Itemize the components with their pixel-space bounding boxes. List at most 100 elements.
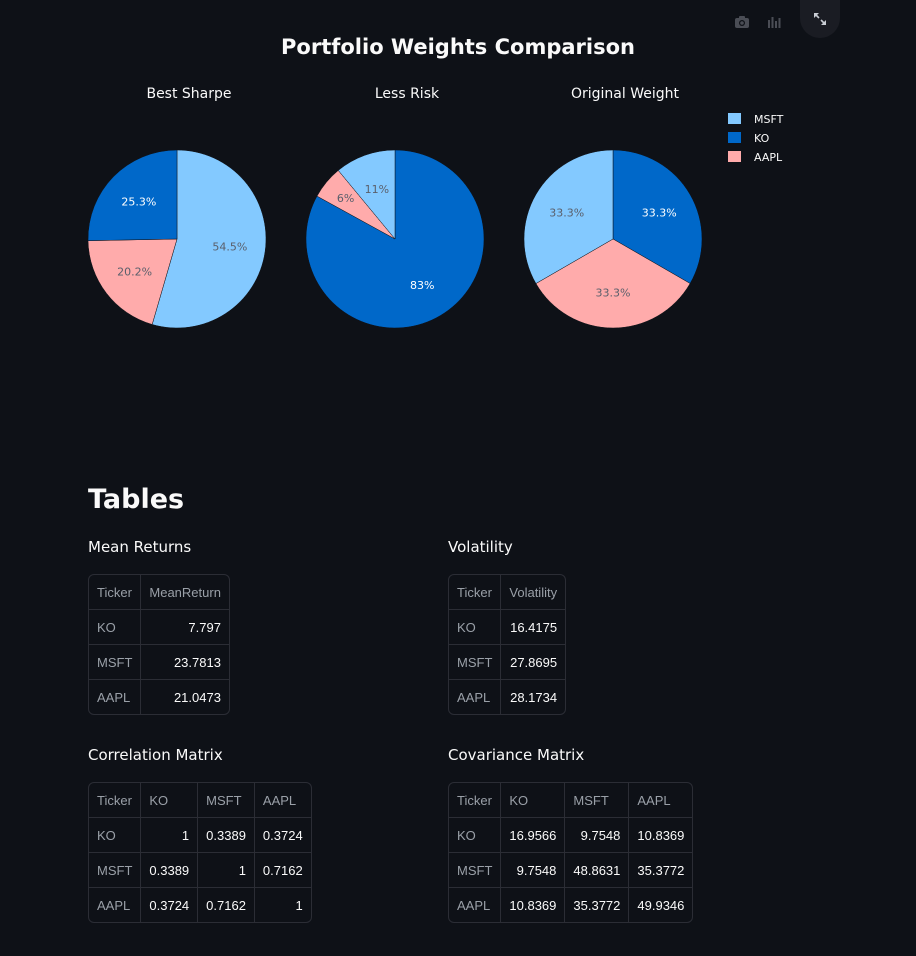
covariance-block: Covariance Matrix Ticker KO MSFT AAPL KO 16.9…: [448, 746, 694, 923]
row-index-cell[interactable]: KO: [89, 610, 142, 645]
row-index-cell[interactable]: AAPL: [89, 680, 142, 714]
mean-returns-table: Ticker MeanReturn KO 7.797 MSFT 23.7813 AAPL 21…: [88, 574, 230, 715]
column-header[interactable]: KO: [501, 783, 566, 818]
bar-chart-icon[interactable]: [764, 12, 784, 32]
row-index-cell[interactable]: MSFT: [89, 645, 142, 680]
table-header-row: Ticker KO MSFT AAPL: [449, 783, 693, 818]
row-index-cell[interactable]: AAPL: [89, 888, 142, 922]
row-index-cell[interactable]: AAPL: [449, 680, 502, 714]
table-cell[interactable]: 49.9346: [629, 888, 692, 922]
pie-subtitle: Original Weight: [571, 86, 680, 102]
tables-heading: Tables: [88, 484, 185, 515]
pie-chart-figure: Portfolio Weights Comparison Best Sharpe 5…: [0, 0, 916, 360]
legend-swatch: [728, 113, 741, 124]
table-cell[interactable]: 28.1734: [501, 680, 565, 714]
column-header[interactable]: Ticker: [89, 783, 142, 818]
table-row: AAPL 21.0473: [89, 680, 229, 714]
table-cell[interactable]: 9.7548: [501, 853, 566, 888]
column-header[interactable]: AAPL: [629, 783, 693, 818]
fullscreen-icon[interactable]: [800, 0, 840, 38]
legend-swatch: [728, 151, 741, 162]
table-cell[interactable]: 9.7548: [565, 818, 630, 853]
table-header-row: Ticker Volatility: [449, 575, 566, 610]
table-cell[interactable]: 1: [198, 853, 255, 888]
table-cell[interactable]: 16.9566: [501, 818, 566, 853]
volatility-table: Ticker Volatility KO 16.4175 MSFT 27.8695 AAPL…: [448, 574, 567, 715]
table-cell[interactable]: 27.8695: [501, 645, 566, 680]
row-index-cell[interactable]: KO: [89, 818, 142, 853]
pie-slice-label: 11%: [365, 183, 389, 196]
table-row: AAPL 0.3724 0.7162 1: [89, 888, 311, 922]
pie-slice-label: 20.2%: [117, 266, 152, 279]
row-index-cell[interactable]: AAPL: [449, 888, 502, 922]
table-cell[interactable]: 7.797: [141, 610, 229, 645]
volatility-block: Volatility Ticker Volatility KO 16.4175 MSFT…: [448, 538, 567, 715]
column-header[interactable]: MSFT: [565, 783, 630, 818]
camera-icon[interactable]: [732, 12, 752, 32]
legend-entry: MSFT: [754, 113, 784, 126]
volatility-title: Volatility: [448, 538, 513, 556]
pie-subtitle: Best Sharpe: [146, 86, 231, 102]
column-header[interactable]: MeanReturn: [141, 575, 229, 610]
legend-entry: KO: [754, 132, 770, 145]
table-row: MSFT 0.3389 1 0.7162: [89, 853, 311, 888]
table-row: KO 7.797: [89, 610, 229, 645]
legend-entry: AAPL: [754, 151, 783, 164]
table-cell[interactable]: 1: [255, 888, 311, 922]
table-cell[interactable]: 0.7162: [198, 888, 255, 922]
pie-slice-label: 33.3%: [642, 206, 677, 219]
row-index-cell[interactable]: MSFT: [449, 853, 502, 888]
table-cell[interactable]: 48.8631: [565, 853, 630, 888]
table-cell[interactable]: 1: [141, 818, 199, 853]
chart-toolbar: [0, 0, 916, 40]
covariance-title: Covariance Matrix: [448, 746, 585, 764]
table-cell[interactable]: 21.0473: [141, 680, 229, 714]
pie-slice-label: 54.5%: [212, 241, 247, 254]
row-index-cell[interactable]: KO: [449, 818, 502, 853]
table-cell[interactable]: 0.7162: [254, 853, 311, 888]
pie-chart-svg: Portfolio Weights ComparisonBest Sharpe5…: [87, 35, 784, 329]
column-header[interactable]: Ticker: [449, 575, 502, 610]
table-cell[interactable]: 0.3389: [141, 853, 199, 888]
pie-slice-label: 33.3%: [596, 286, 631, 299]
table-header-row: Ticker MeanReturn: [89, 575, 229, 610]
table-row: MSFT 27.8695: [449, 645, 566, 680]
pie-slice-label: 33.3%: [549, 206, 584, 219]
table-cell[interactable]: 10.8369: [501, 888, 566, 922]
table-cell[interactable]: 0.3724: [254, 818, 311, 853]
table-cell[interactable]: 0.3724: [141, 888, 199, 922]
column-header[interactable]: AAPL: [254, 783, 311, 818]
table-cell[interactable]: 35.3772: [629, 853, 693, 888]
table-cell[interactable]: 0.3389: [198, 818, 255, 853]
row-index-cell[interactable]: KO: [449, 610, 502, 645]
mean-returns-title: Mean Returns: [88, 538, 192, 556]
mean-returns-block: Mean Returns Ticker MeanReturn KO 7.797 MSFT…: [88, 538, 230, 715]
table-row: AAPL 10.8369 35.3772 49.9346: [449, 888, 692, 922]
covariance-table: Ticker KO MSFT AAPL KO 16.9566 9.7548 10.8369 MS…: [448, 782, 694, 923]
table-row: KO 1 0.3389 0.3724: [89, 818, 311, 853]
table-header-row: Ticker KO MSFT AAPL: [89, 783, 311, 818]
table-row: MSFT 9.7548 48.8631 35.3772: [449, 853, 693, 888]
legend-swatch: [728, 132, 741, 143]
table-cell[interactable]: 10.8369: [629, 818, 693, 853]
column-header[interactable]: KO: [141, 783, 199, 818]
table-cell[interactable]: 23.7813: [141, 645, 229, 680]
column-header[interactable]: Volatility: [501, 575, 566, 610]
pie-subtitle: Less Risk: [375, 86, 440, 102]
column-header[interactable]: Ticker: [449, 783, 502, 818]
table-row: KO 16.9566 9.7548 10.8369: [449, 818, 693, 853]
pie-slice-label: 25.3%: [121, 196, 156, 209]
row-index-cell[interactable]: MSFT: [449, 645, 502, 680]
app-page: Portfolio Weights Comparison Best Sharpe 5…: [0, 0, 916, 956]
table-row: AAPL 28.1734: [449, 680, 565, 714]
pie-slice-label: 83%: [410, 279, 434, 292]
row-index-cell[interactable]: MSFT: [89, 853, 142, 888]
column-header[interactable]: MSFT: [198, 783, 255, 818]
column-header[interactable]: Ticker: [89, 575, 142, 610]
correlation-table: Ticker KO MSFT AAPL KO 1 0.3389 0.3724 MSFT 0.338…: [88, 782, 312, 923]
table-row: MSFT 23.7813: [89, 645, 229, 680]
table-row: KO 16.4175: [449, 610, 566, 645]
table-cell[interactable]: 16.4175: [501, 610, 566, 645]
table-cell[interactable]: 35.3772: [565, 888, 630, 922]
correlation-title: Correlation Matrix: [88, 746, 223, 764]
